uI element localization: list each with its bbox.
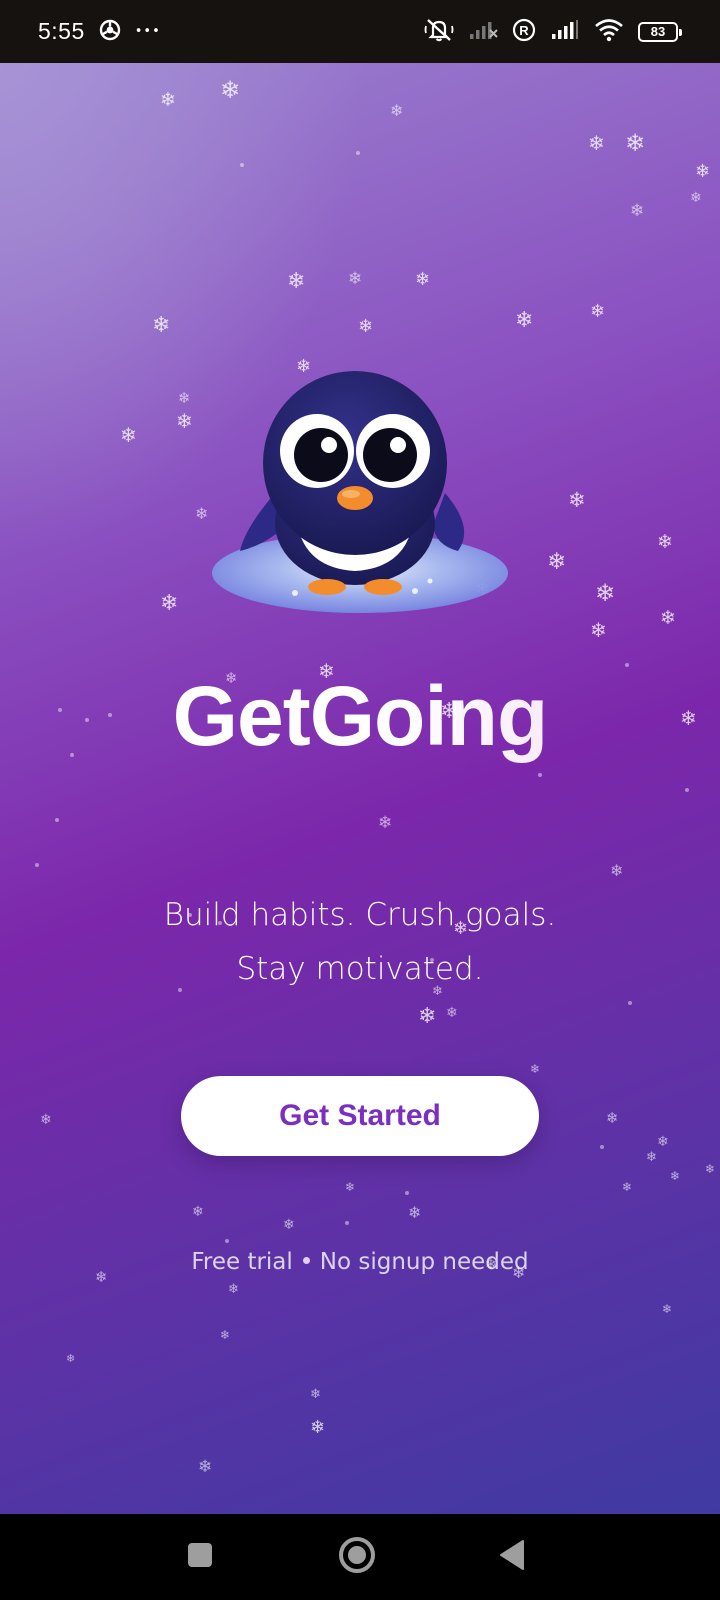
snowflake-icon: ❄ [228,1282,239,1297]
signal-off-icon [468,19,498,45]
snowflake-icon: ❄ [695,161,711,182]
recents-button[interactable] [155,1514,245,1600]
separator-dot [302,1257,310,1264]
snowflake-icon: ❄ [530,1062,541,1076]
snowflake-icon: ❄ [152,313,171,338]
status-right: R 83 [424,0,682,63]
snowflake-icon: ❄ [630,201,645,221]
snowflake-icon: ❄ [287,269,306,294]
home-button[interactable] [312,1514,402,1600]
snowflake-icon: ❄ [590,301,606,322]
snowflake-icon: ❄ [588,131,605,155]
snowflake-icon: ❄ [220,76,241,104]
phone-screen: 5:55 ••• R 83 ❄ ❄ ❄ ❄ ❄ ❄ ❄ ❄ ❄ ❄ ❄ ❄ ❄ … [0,0,720,1600]
snowflake-icon: ❄ [120,423,137,447]
get-started-button[interactable]: Get Started [181,1076,539,1156]
snow-dot [685,788,689,792]
snow-dot [345,1221,349,1225]
snowflake-icon: ❄ [646,1150,657,1165]
snowflake-icon: ❄ [178,389,191,407]
snowflake-icon: ❄ [515,308,534,333]
battery-level: 83 [650,24,666,39]
status-bar: 5:55 ••• R 83 [0,0,720,63]
snow-dot [35,863,39,867]
tagline-line-2: Stay motivated. [236,951,484,987]
snowflake-icon: ❄ [547,549,567,575]
svg-text:R: R [519,23,529,38]
snowflake-icon: ❄ [662,1302,673,1316]
tagline: Build habits. Crush goals. Stay motivate… [0,888,720,996]
recents-icon [186,1541,214,1573]
back-button[interactable] [467,1514,557,1600]
more-notifications-icon: ••• [134,24,161,39]
snowfall-background: ❄ ❄ ❄ ❄ ❄ ❄ ❄ ❄ ❄ ❄ ❄ ❄ ❄ ❄ ❄ ❄ ❄ ❄ ❄ ❄ ❄ ❄ ❄ ❄ ❄ ❄ ❄ ❄ ❄ ❄ ❄ ❄ ❄ ❄ ❄ ❄ ❄ ❄ ❄ ❄… [0,63,720,1514]
snowflake-icon: ❄ [40,1112,52,1128]
snowflake-icon: ❄ [348,269,363,289]
snowflake-icon: ❄ [670,1169,681,1183]
battery-icon: 83 [638,21,682,42]
roaming-icon: R [512,18,536,46]
snowflake-icon: ❄ [160,89,176,111]
snowflake-icon: ❄ [568,488,586,512]
snowflake-icon: ❄ [192,1204,204,1220]
tagline-line-1: Build habits. Crush goals. [163,897,557,933]
status-left: 5:55 ••• [38,0,161,63]
snow-dot [405,1191,409,1195]
welcome-screen: ❄ ❄ ❄ ❄ ❄ ❄ ❄ ❄ ❄ ❄ ❄ ❄ ❄ ❄ ❄ ❄ ❄ ❄ ❄ ❄ ❄ ❄ ❄ ❄ ❄ ❄ ❄ ❄ ❄ ❄ ❄ ❄ ❄ ❄ ❄ ❄ ❄ ❄ ❄ ❄… [0,63,720,1514]
snowflake-icon: ❄ [408,1203,422,1222]
app-title: GetGoing [0,668,720,765]
snowflake-icon: ❄ [415,269,431,290]
snowflake-icon: ❄ [595,579,616,607]
snowflake-icon: ❄ [160,591,179,616]
snowflake-icon: ❄ [590,618,607,642]
status-time: 5:55 [38,18,85,44]
wifi-icon [594,18,624,46]
snowflake-icon: ❄ [176,409,193,433]
snowflake-icon: ❄ [606,1109,619,1127]
snowflake-icon: ❄ [310,1387,321,1402]
snowflake-icon: ❄ [310,1417,326,1438]
snow-dot [600,1145,604,1149]
mute-icon [424,17,454,47]
snowflake-icon: ❄ [657,1134,669,1150]
navigation-bar [0,1514,720,1600]
snowflake-icon: ❄ [345,1180,356,1194]
home-icon [338,1536,376,1578]
penguin-icon [205,353,515,627]
snowflake-icon: ❄ [390,101,404,120]
snow-dot [625,663,629,667]
snowflake-icon: ❄ [705,1162,716,1176]
footnote: Free trial No signup needed [0,1249,720,1275]
snowflake-icon: ❄ [446,1005,458,1021]
snowflake-icon: ❄ [418,1004,437,1029]
snow-dot [628,1001,632,1005]
snowflake-icon: ❄ [610,861,624,880]
snowflake-icon: ❄ [378,813,393,833]
snowflake-icon: ❄ [220,1328,231,1342]
snowflake-icon: ❄ [198,1457,213,1477]
signal-icon [550,19,580,45]
snow-dot [55,818,59,822]
snow-dot [240,163,244,167]
snowflake-icon: ❄ [283,1217,295,1233]
chrome-icon [99,19,121,45]
snowflake-icon: ❄ [660,607,676,629]
snowflake-icon: ❄ [657,531,673,553]
snowflake-icon: ❄ [690,190,702,206]
footnote-free-trial: Free trial [191,1249,293,1275]
snowflake-icon: ❄ [622,1180,633,1194]
snow-dot [356,151,360,155]
footnote-no-signup: No signup needed [319,1249,529,1275]
snowflake-icon: ❄ [358,316,374,337]
snowflake-icon: ❄ [625,129,646,157]
snow-dot [538,773,542,777]
snow-dot [225,1239,229,1243]
back-icon [497,1538,527,1576]
snowflake-icon: ❄ [66,1352,76,1365]
